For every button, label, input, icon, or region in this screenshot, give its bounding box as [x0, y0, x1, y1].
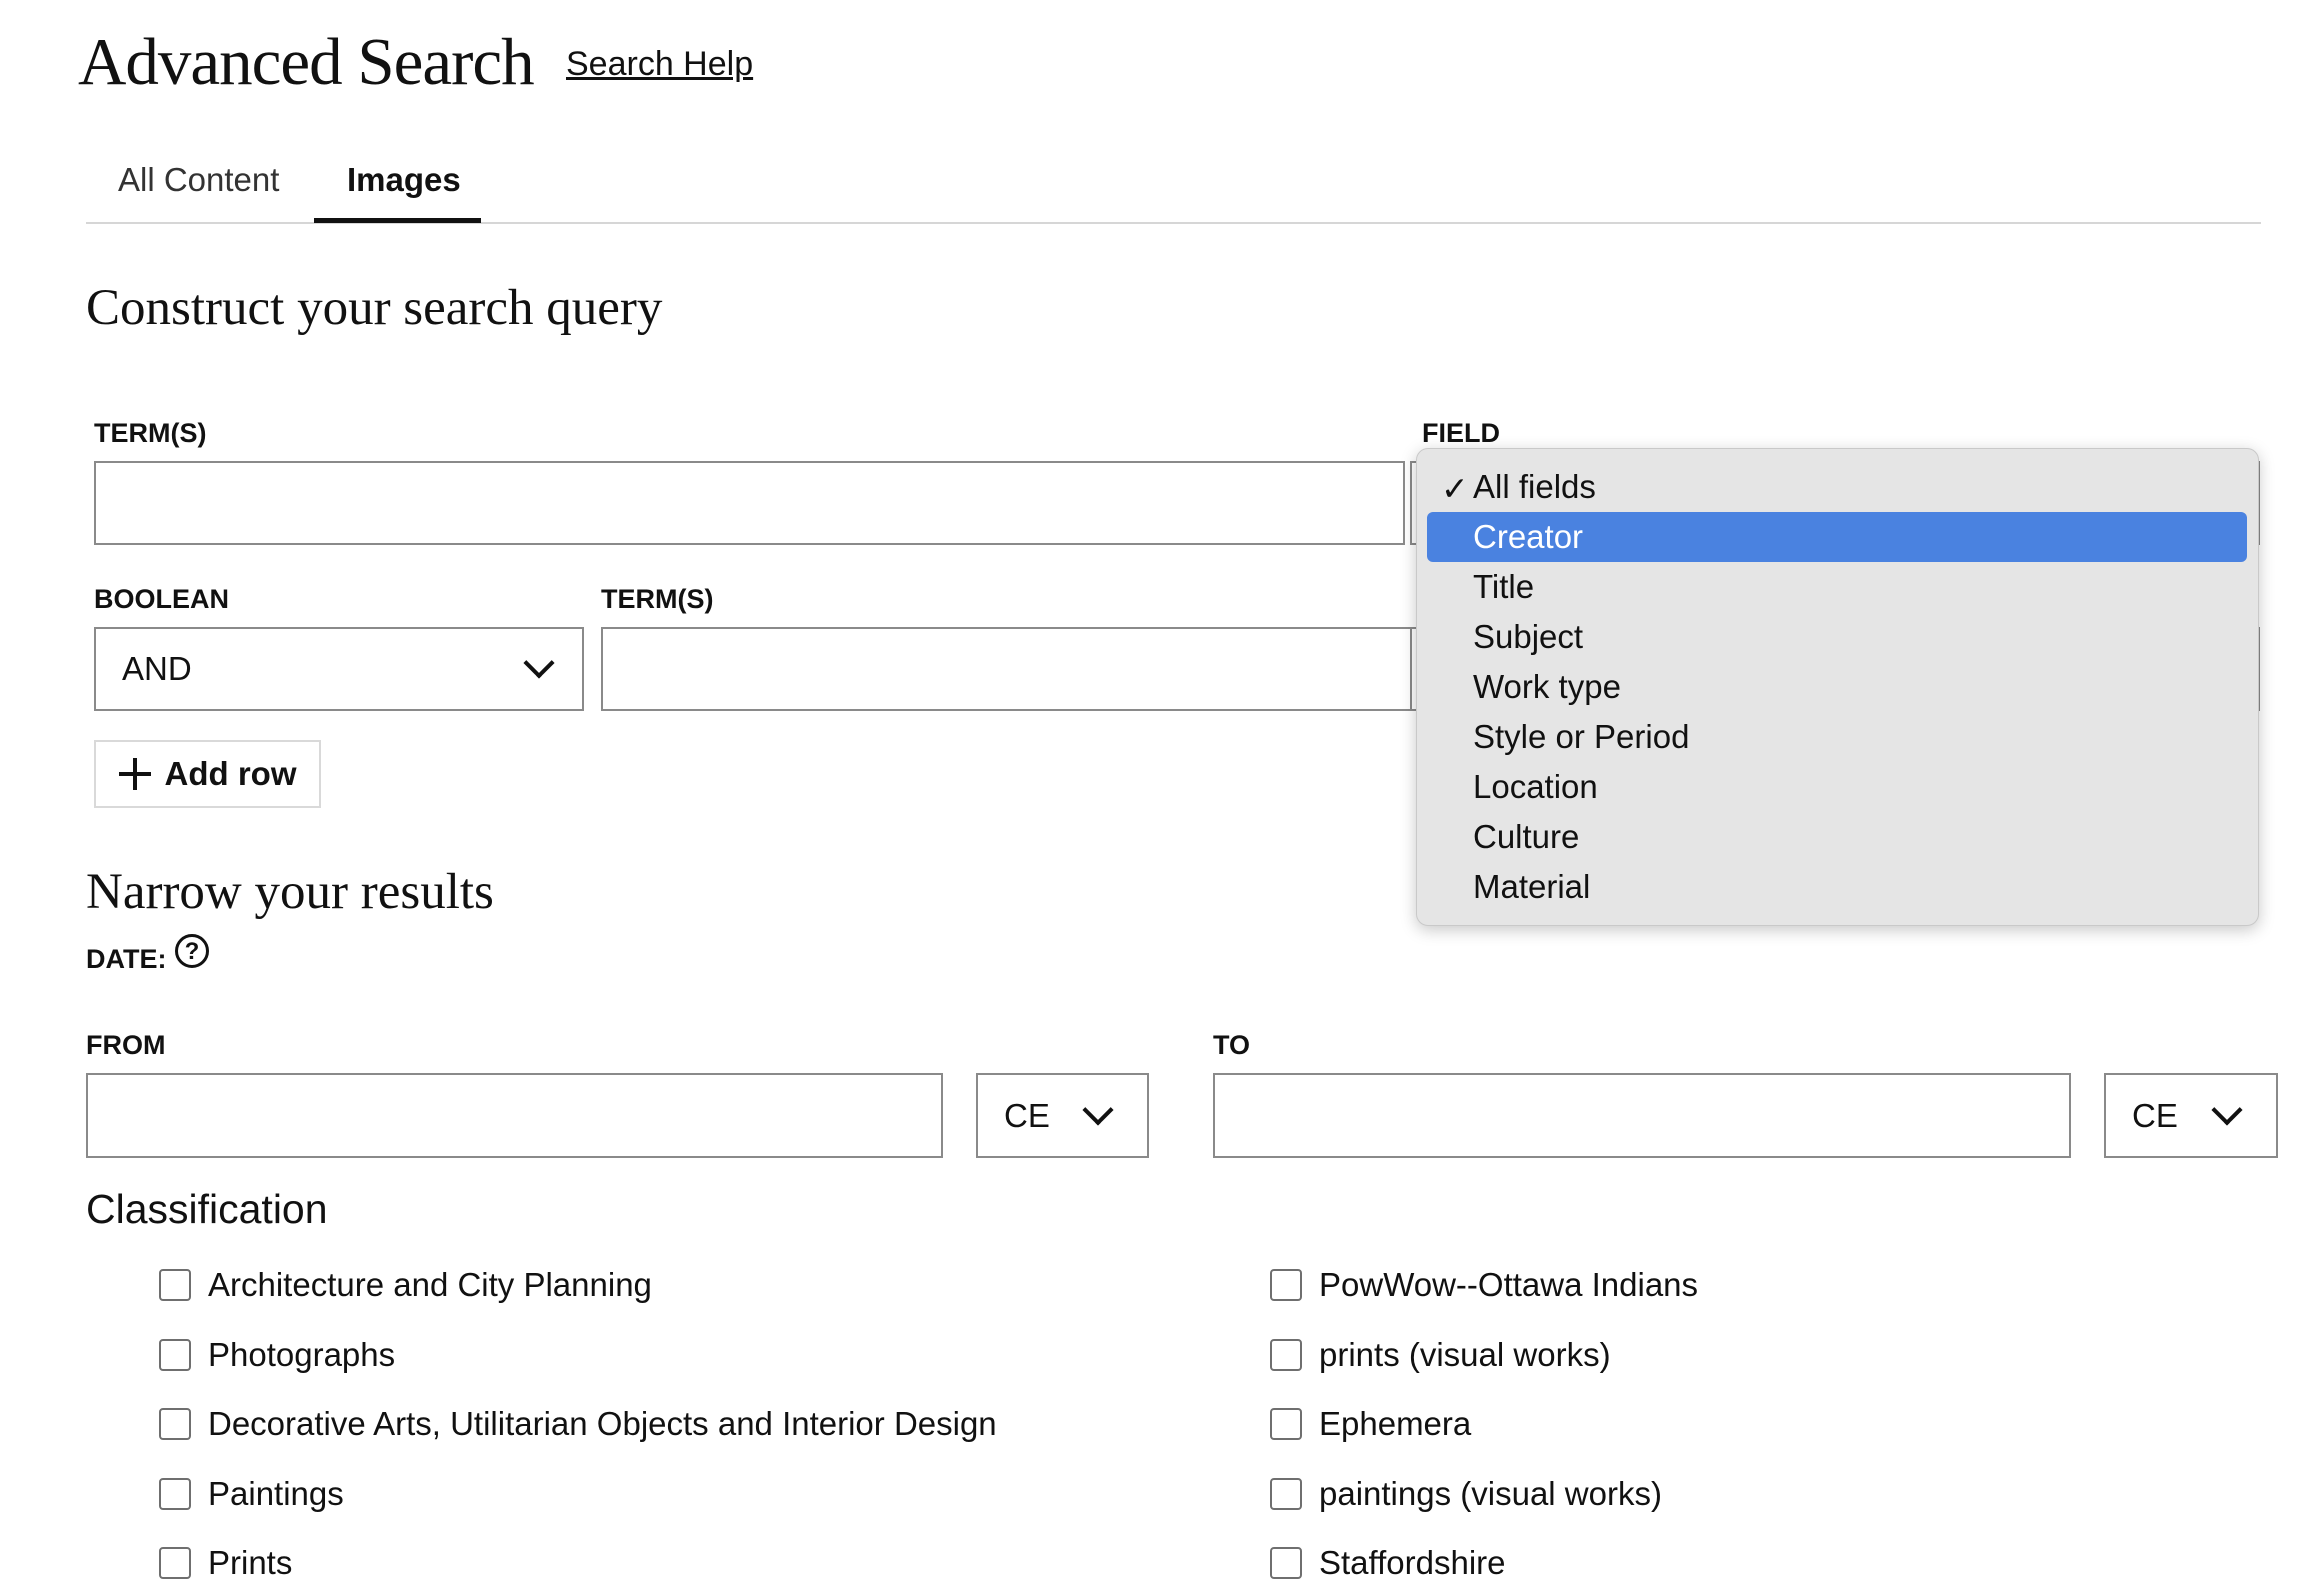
to-era-value: CE: [2132, 1096, 2178, 1134]
option-label: All fields: [1473, 468, 1596, 505]
checkbox[interactable]: [1270, 1547, 1302, 1579]
from-label: FROM: [86, 1030, 166, 1060]
checkbox-label: Ephemera: [1319, 1405, 1472, 1442]
active-tab-indicator: [314, 218, 481, 223]
help-icon[interactable]: ?: [175, 934, 209, 968]
option-label: Culture: [1473, 818, 1580, 855]
tab-all-content[interactable]: All Content: [118, 160, 279, 200]
chevron-down-icon: [2211, 1093, 2243, 1126]
to-era-select[interactable]: CE: [2104, 1073, 2278, 1158]
option-label: Style or Period: [1473, 718, 1690, 755]
option-label: Material: [1473, 868, 1591, 905]
checkbox-label: Photographs: [208, 1336, 396, 1373]
checkbox[interactable]: [159, 1408, 191, 1440]
field-label: FIELD: [1422, 418, 1500, 448]
add-row-label: Add row: [164, 755, 297, 792]
checkbox-label: Architecture and City Planning: [208, 1266, 652, 1303]
search-help-link[interactable]: Search Help: [566, 44, 753, 84]
terms-label: TERM(S): [94, 418, 207, 448]
dropdown-option-style-or-period[interactable]: Style or Period: [1427, 712, 2247, 762]
option-label: Title: [1473, 568, 1535, 605]
checkbox-label: PowWow--Ottawa Indians: [1319, 1266, 1699, 1303]
plus-icon: [118, 758, 151, 790]
dropdown-option-material[interactable]: Material: [1427, 862, 2247, 912]
classification-title: Classification: [86, 1186, 328, 1232]
terms2-label: TERM(S): [601, 584, 714, 614]
date-label: DATE:: [86, 944, 167, 974]
dropdown-option-all-fields[interactable]: ✓ All fields: [1427, 462, 2247, 512]
to-label: TO: [1213, 1030, 1251, 1060]
classification-checkbox[interactable]: paintings (visual works): [1270, 1471, 1662, 1517]
from-era-select[interactable]: CE: [976, 1073, 1149, 1158]
checkbox-label: paintings (visual works): [1319, 1475, 1662, 1512]
classification-checkbox[interactable]: Decorative Arts, Utilitarian Objects and…: [159, 1401, 997, 1447]
checkbox-label: prints (visual works): [1319, 1336, 1611, 1373]
checkbox[interactable]: [1270, 1408, 1302, 1440]
checkbox-label: Prints: [208, 1544, 293, 1581]
terms-input[interactable]: [94, 461, 1405, 545]
tab-images[interactable]: Images: [347, 160, 461, 200]
boolean-label: BOOLEAN: [94, 584, 229, 614]
to-date-input[interactable]: [1213, 1073, 2071, 1158]
option-label: Creator: [1473, 518, 1584, 555]
chevron-down-icon: [1082, 1093, 1114, 1126]
checkbox[interactable]: [159, 1339, 191, 1371]
checkbox-label: Decorative Arts, Utilitarian Objects and…: [208, 1405, 997, 1442]
classification-checkbox[interactable]: Paintings: [159, 1471, 344, 1517]
dropdown-option-culture[interactable]: Culture: [1427, 812, 2247, 862]
checkbox[interactable]: [159, 1478, 191, 1510]
checkbox[interactable]: [1270, 1339, 1302, 1371]
add-row-button[interactable]: Add row: [94, 740, 321, 808]
option-label: Work type: [1473, 668, 1621, 705]
dropdown-option-title[interactable]: Title: [1427, 562, 2247, 612]
classification-checkbox[interactable]: Prints: [159, 1540, 292, 1586]
from-era-value: CE: [1004, 1096, 1050, 1134]
boolean-select-value: AND: [122, 650, 192, 687]
checkmark-icon: ✓: [1441, 470, 1469, 507]
checkbox[interactable]: [1270, 1478, 1302, 1510]
from-date-input[interactable]: [86, 1073, 943, 1158]
checkbox-label: Paintings: [208, 1475, 344, 1512]
option-label: Location: [1473, 768, 1598, 805]
classification-checkbox[interactable]: Ephemera: [1270, 1401, 1471, 1447]
checkbox[interactable]: [159, 1269, 191, 1301]
boolean-select[interactable]: AND: [94, 627, 584, 711]
classification-checkbox[interactable]: prints (visual works): [1270, 1332, 1611, 1378]
classification-checkbox[interactable]: Staffordshire: [1270, 1540, 1506, 1586]
query-section-title: Construct your search query: [86, 280, 663, 336]
dropdown-option-work-type[interactable]: Work type: [1427, 662, 2247, 712]
classification-checkbox[interactable]: Architecture and City Planning: [159, 1262, 652, 1308]
checkbox[interactable]: [159, 1547, 191, 1579]
checkbox-label: Staffordshire: [1319, 1544, 1506, 1581]
dropdown-option-creator[interactable]: Creator: [1427, 512, 2247, 562]
classification-checkbox[interactable]: PowWow--Ottawa Indians: [1270, 1262, 1698, 1308]
classification-checkbox[interactable]: Photographs: [159, 1332, 395, 1378]
dropdown-option-subject[interactable]: Subject: [1427, 612, 2247, 662]
terms2-input[interactable]: [601, 627, 1418, 711]
option-label: Subject: [1473, 618, 1584, 655]
checkbox[interactable]: [1270, 1269, 1302, 1301]
narrow-section-title: Narrow your results: [86, 864, 494, 920]
dropdown-option-location[interactable]: Location: [1427, 762, 2247, 812]
field-dropdown-menu: ✓ All fields Creator Title Subject Work …: [1416, 448, 2259, 926]
chevron-down-icon: [523, 647, 555, 679]
page-title: Advanced Search: [78, 25, 535, 99]
